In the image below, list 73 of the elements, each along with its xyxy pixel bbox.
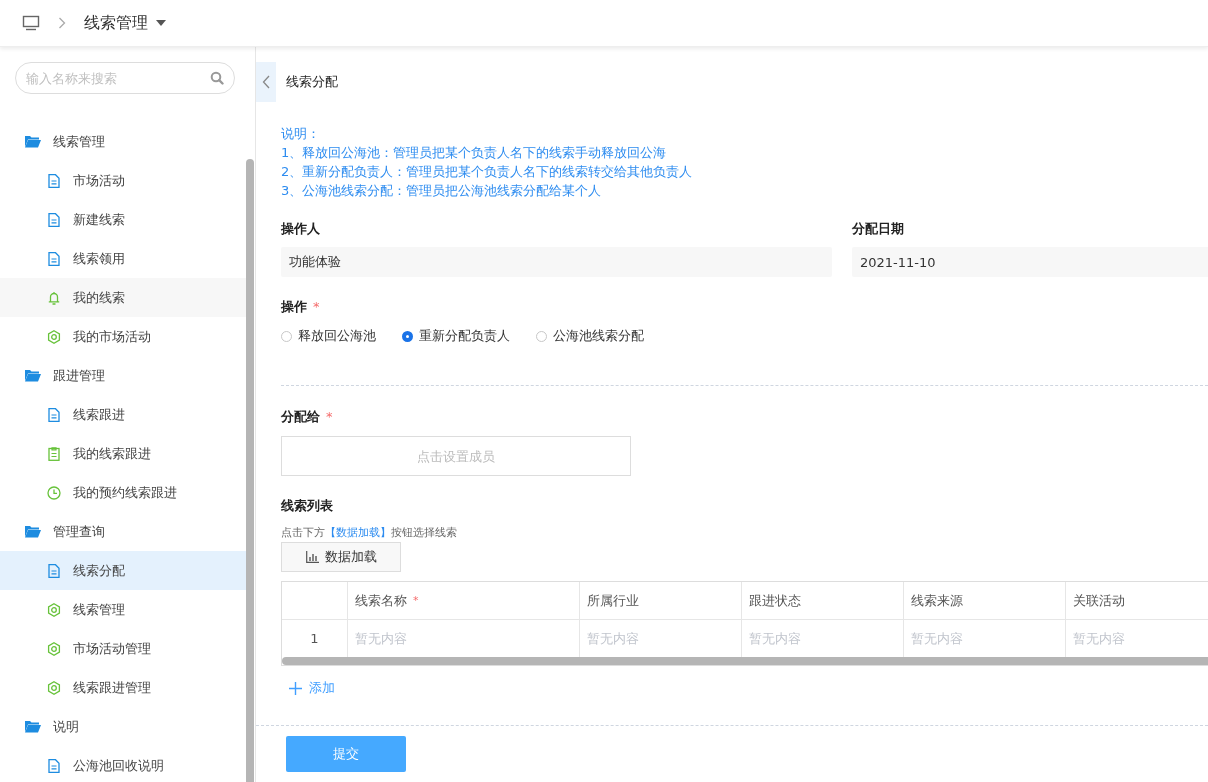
document-icon (47, 758, 61, 773)
sidebar-item[interactable]: 线索跟进 (0, 395, 246, 434)
clock-icon (47, 485, 61, 500)
document-icon (47, 563, 61, 578)
bar-chart-icon (305, 551, 319, 563)
sidebar-item[interactable]: 新建线索 (0, 200, 246, 239)
sidebar-item[interactable]: 市场活动 (0, 161, 246, 200)
instruction-text: 2、重新分配负责人：管理员把某个负责人名下的线索转交给其他负责人 (281, 163, 694, 181)
operator-field: 功能体验 (281, 247, 832, 277)
search-icon[interactable] (210, 71, 224, 85)
document-icon (47, 212, 61, 227)
column-header: 所属行业 (587, 591, 639, 610)
column-header: 关联活动 (1073, 591, 1125, 610)
hexagon-icon (47, 641, 61, 656)
radio-option[interactable]: 释放回公海池 (281, 327, 376, 345)
page-title: 线索分配 (286, 73, 338, 91)
sidebar-item[interactable]: 我的预约线索跟进 (0, 473, 246, 512)
scrollbar[interactable] (246, 159, 254, 782)
required-mark: * (313, 299, 320, 314)
document-icon (47, 173, 61, 188)
hexagon-icon (47, 602, 61, 617)
column-header: 线索来源 (911, 591, 963, 610)
column-header: 跟进状态 (749, 591, 801, 610)
hexagon-icon (47, 680, 61, 695)
instruction-text: 1、释放回公海池：管理员把某个负责人名下的线索手动释放回公海 (281, 144, 668, 162)
sidebar-item[interactable]: 线索领用 (0, 239, 246, 278)
sidebar-item[interactable]: 市场活动管理 (0, 629, 246, 668)
sidebar-item[interactable]: 线索管理 (0, 590, 246, 629)
monitor-icon[interactable] (22, 15, 40, 31)
radio-option[interactable]: 公海池线索分配 (536, 327, 644, 345)
bell-icon (47, 290, 61, 305)
sidebar-group[interactable]: 管理查询 (0, 512, 246, 551)
folder-icon (25, 525, 41, 538)
chevron-left-icon (262, 75, 270, 89)
caret-down-icon[interactable] (156, 20, 166, 26)
radio-option[interactable]: 重新分配负责人 (402, 327, 510, 345)
field-label: 操作 (281, 299, 307, 314)
sidebar-group[interactable]: 说明 (0, 707, 246, 746)
sidebar-group[interactable]: 跟进管理 (0, 356, 246, 395)
field-label: 分配日期 (852, 220, 905, 238)
sidebar-group[interactable]: 线索管理 (0, 122, 246, 161)
folder-icon (25, 369, 41, 382)
chevron-right-icon (58, 17, 66, 29)
column-header: 线索名称 (355, 591, 407, 610)
field-label: 分配给 (281, 409, 320, 424)
scrollbar[interactable] (282, 657, 1208, 665)
sidebar-item[interactable]: 公海池回收说明 (0, 746, 246, 782)
clipboard-icon (47, 446, 61, 461)
sidebar-item[interactable]: 我的线索 (0, 278, 246, 317)
sidebar-item[interactable]: 我的市场活动 (0, 317, 246, 356)
radio-circle[interactable] (402, 330, 413, 342)
sidebar-item[interactable]: 线索分配 (0, 551, 246, 590)
hexagon-icon (47, 329, 61, 344)
sidebar-item[interactable]: 线索跟进管理 (0, 668, 246, 707)
folder-icon (25, 720, 41, 733)
section-title: 线索列表 (281, 497, 334, 515)
back-button[interactable] (256, 62, 276, 102)
folder-icon (25, 135, 41, 148)
sidebar-item[interactable]: 我的线索跟进 (0, 434, 246, 473)
instruction-text: 说明： (281, 125, 321, 143)
plus-icon (289, 681, 302, 695)
required-mark: * (326, 409, 333, 424)
breadcrumb-title[interactable]: 线索管理 (84, 12, 148, 34)
required-mark: * (413, 594, 419, 607)
document-icon (47, 407, 61, 422)
search-field[interactable]: 输入名称来搜索 (15, 62, 235, 94)
date-field: 2021-11-10 (852, 247, 1208, 277)
member-picker[interactable]: 点击设置成员 (281, 436, 631, 476)
instruction-text: 3、公海池线索分配：管理员把公海池线索分配给某个人 (281, 182, 603, 200)
load-data-button[interactable]: 数据加载 (281, 542, 401, 572)
document-icon (47, 251, 61, 266)
field-label: 操作人 (281, 220, 321, 238)
hint-text: 点击下方【数据加载】按钮选择线索 (281, 525, 458, 540)
